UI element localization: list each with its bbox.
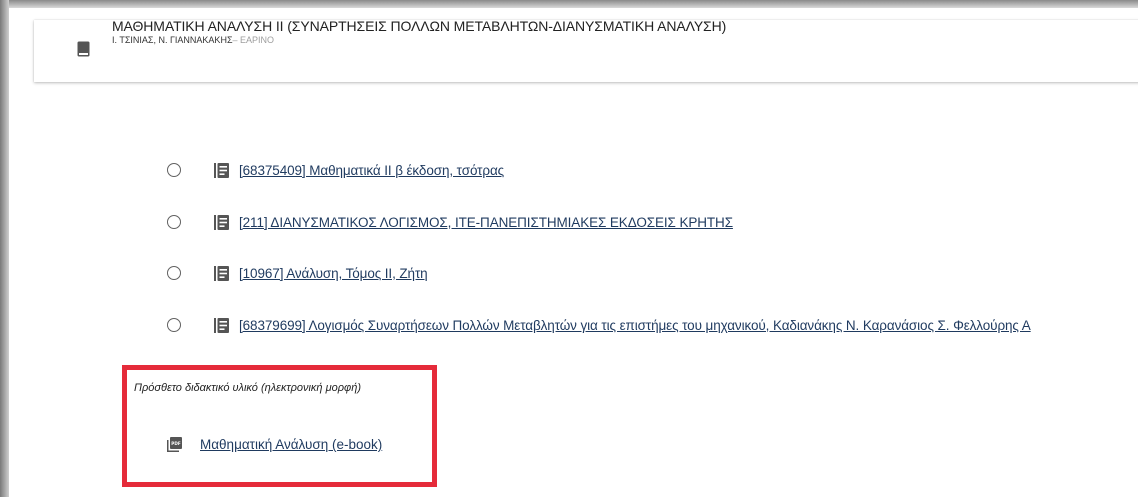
course-season: – ΕΑΡΙΝΟ <box>232 35 275 45</box>
book-option-4[interactable]: [68379699] Λογισμός Συναρτήσεων Πολλών Μ… <box>167 315 1031 335</box>
ebook-item[interactable]: PDF Μαθηματική Ανάλυση (e-book) <box>167 437 382 452</box>
window-frame-top <box>0 0 1138 8</box>
book-link[interactable]: [10967] Ανάλυση, Τόμος ΙΙ, Ζήτη <box>239 266 428 281</box>
book-option-3[interactable]: [10967] Ανάλυση, Τόμος ΙΙ, Ζήτη <box>167 263 428 283</box>
pdf-icon: PDF <box>167 437 182 452</box>
book-icon <box>77 41 90 57</box>
radio-button[interactable] <box>167 215 181 229</box>
book-link[interactable]: [211] ΔΙΑΝΥΣΜΑΤΙΚΟΣ ΛΟΓΙΣΜΟΣ, ΙΤΕ-ΠΑΝΕΠΙ… <box>239 215 733 230</box>
svg-text:PDF: PDF <box>171 441 181 446</box>
extra-material-label: Πρόσθετο διδακτικό υλικό (ηλεκτρονική μο… <box>134 382 361 394</box>
book-option-1[interactable]: [68375409] Μαθηματικά ΙΙ β έκδοση, τσότρ… <box>167 160 504 180</box>
list-icon <box>214 317 229 333</box>
book-link[interactable]: [68379699] Λογισμός Συναρτήσεων Πολλών Μ… <box>239 318 1031 333</box>
list-icon <box>214 214 229 230</box>
book-link[interactable]: [68375409] Μαθηματικά ΙΙ β έκδοση, τσότρ… <box>239 163 504 178</box>
course-subtitle: Ι. ΤΣΙΝΙΑΣ, Ν. ΓΙΑΝΝΑΚΑΚΗΣ– ΕΑΡΙΝΟ <box>112 35 274 45</box>
radio-button[interactable] <box>167 318 181 332</box>
course-title: ΜΑΘΗΜΑΤΙΚΗ ΑΝΑΛΥΣΗ ΙΙ (ΣΥΝΑΡΤΗΣΕΙΣ ΠΟΛΛΩ… <box>112 18 727 34</box>
radio-button[interactable] <box>167 163 181 177</box>
list-icon <box>214 162 229 178</box>
window-frame-left <box>0 0 9 497</box>
course-instructors: Ι. ΤΣΙΝΙΑΣ, Ν. ΓΙΑΝΝΑΚΑΚΗΣ <box>112 35 233 45</box>
ebook-link[interactable]: Μαθηματική Ανάλυση (e-book) <box>200 437 382 452</box>
radio-button[interactable] <box>167 266 181 280</box>
list-icon <box>214 265 229 281</box>
book-option-2[interactable]: [211] ΔΙΑΝΥΣΜΑΤΙΚΟΣ ΛΟΓΙΣΜΟΣ, ΙΤΕ-ΠΑΝΕΠΙ… <box>167 212 733 232</box>
